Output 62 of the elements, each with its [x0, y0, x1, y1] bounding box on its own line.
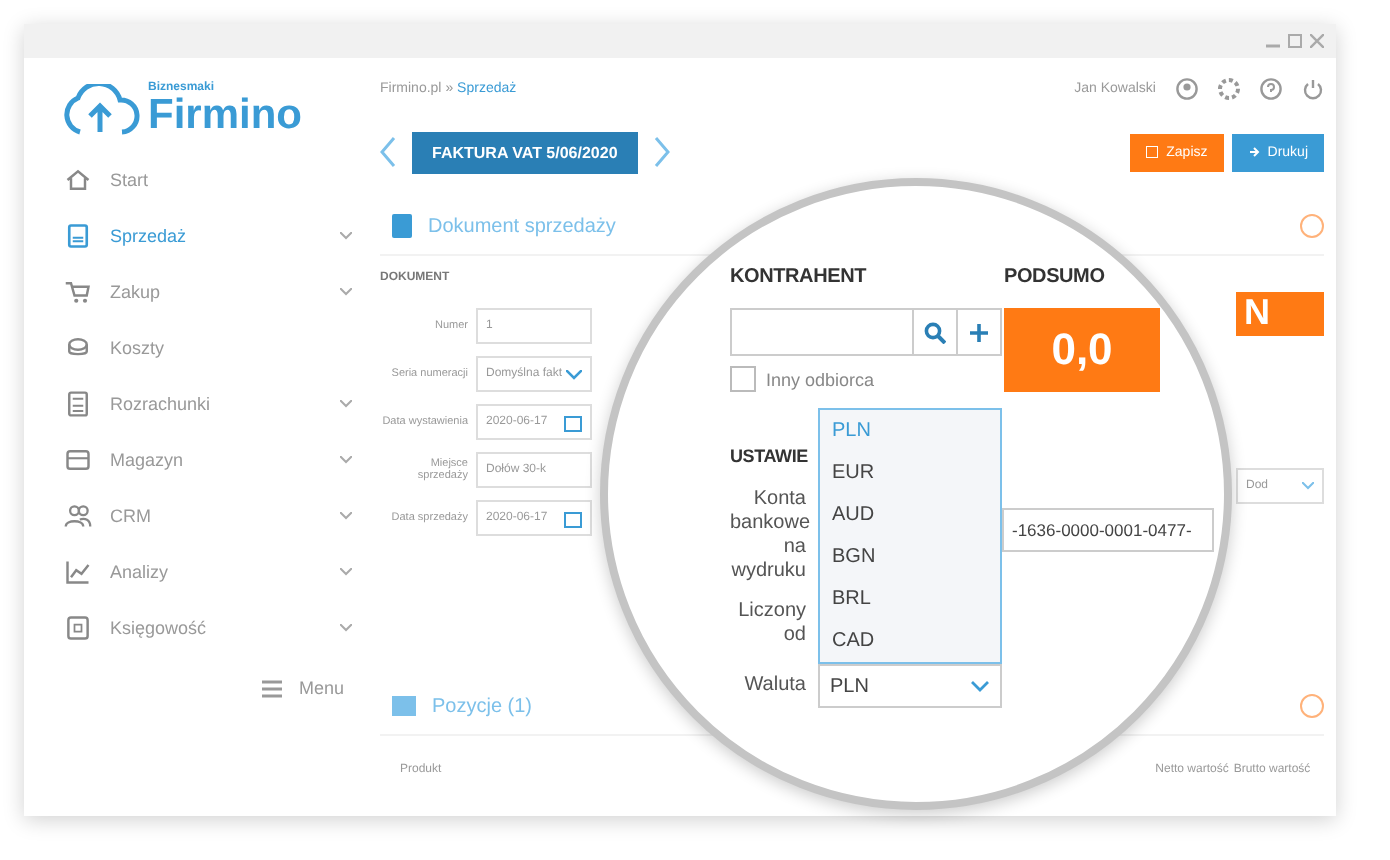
chevron-down-icon — [970, 680, 990, 692]
contractor-heading: KONTRAHENT — [730, 266, 869, 288]
total-amount-panel: N — [1236, 292, 1324, 336]
dropdown-option[interactable]: AUD — [820, 494, 1000, 536]
chevron-down-icon — [340, 568, 352, 576]
menu-icon — [262, 679, 283, 697]
dropdown-option[interactable]: EUR — [820, 452, 1000, 494]
dropdown-option[interactable]: CAD — [820, 620, 1000, 662]
summary-heading: PODSUMO — [1004, 266, 1107, 288]
chevron-down-icon — [340, 288, 352, 296]
chevron-down-icon — [340, 512, 352, 520]
contractor-search-field[interactable] — [730, 308, 1002, 356]
chart-icon — [64, 558, 92, 586]
close-icon[interactable] — [1310, 34, 1324, 48]
chevron-down-icon — [340, 232, 352, 240]
field-label: Waluta — [742, 674, 806, 698]
people-icon — [64, 502, 92, 530]
sidebar-item[interactable]: Magazyn — [24, 432, 380, 488]
maximize-icon[interactable] — [1288, 34, 1302, 48]
logo-name: Firmino — [148, 94, 302, 136]
cloud-upload-icon — [60, 83, 140, 135]
chevron-down-icon — [340, 624, 352, 632]
section-title: Dokument sprzedaży — [428, 215, 616, 237]
search-icon — [924, 321, 946, 343]
sidebar-item[interactable]: Zakup — [24, 264, 380, 320]
chevron-down-icon — [340, 456, 352, 464]
sidebar-item[interactable]: CRM — [24, 488, 380, 544]
collapse-icon[interactable] — [1300, 214, 1324, 238]
arrow-icon — [1247, 146, 1260, 158]
home-icon — [64, 166, 92, 194]
sidebar-item[interactable]: Analizy — [24, 544, 380, 600]
dropdown-option[interactable]: BGN — [820, 536, 1000, 578]
dropdown-option[interactable]: BRL — [820, 578, 1000, 620]
sidebar-item[interactable]: Koszty — [24, 320, 380, 376]
collapse-icon[interactable] — [1300, 694, 1324, 718]
settings-heading: USTAWIE — [730, 446, 808, 466]
sidebar-item[interactable]: Księgowość — [24, 600, 380, 656]
document-title: FAKTURA VAT 5/06/2020 — [412, 131, 638, 173]
checkbox[interactable] — [730, 366, 756, 392]
plus-icon — [970, 323, 988, 341]
chevron-down-icon — [1302, 482, 1314, 490]
cart-icon — [64, 278, 92, 306]
sidebar-item[interactable]: Sprzedaż — [24, 208, 380, 264]
total-amount-panel: 0,0 — [1004, 308, 1160, 392]
box-icon — [64, 446, 92, 474]
currency-select[interactable]: PLN — [818, 664, 1002, 708]
sidebar-item[interactable]: Start — [24, 152, 380, 208]
field-label: Konta bankowe na wydruku — [730, 488, 806, 584]
checkbox-label: Inny odbiorca — [766, 369, 875, 389]
calculator-icon — [64, 390, 92, 418]
power-icon[interactable] — [1302, 77, 1324, 99]
chevron-down-icon — [340, 400, 352, 408]
settings-icon[interactable] — [1218, 77, 1240, 99]
field-label: Liczony od — [736, 600, 806, 648]
help-icon[interactable] — [1260, 77, 1282, 99]
menu-button[interactable]: Menu — [250, 676, 356, 700]
bank-account-field[interactable]: -1636-0000-0001-0477- — [1002, 508, 1214, 552]
dropdown-option[interactable]: PLN — [820, 410, 1000, 452]
user-icon[interactable] — [1176, 77, 1198, 99]
section-title: Pozycje (1) — [432, 695, 533, 717]
chevron-down-icon — [566, 369, 582, 379]
sidebar-item[interactable]: Rozrachunki — [24, 376, 380, 432]
